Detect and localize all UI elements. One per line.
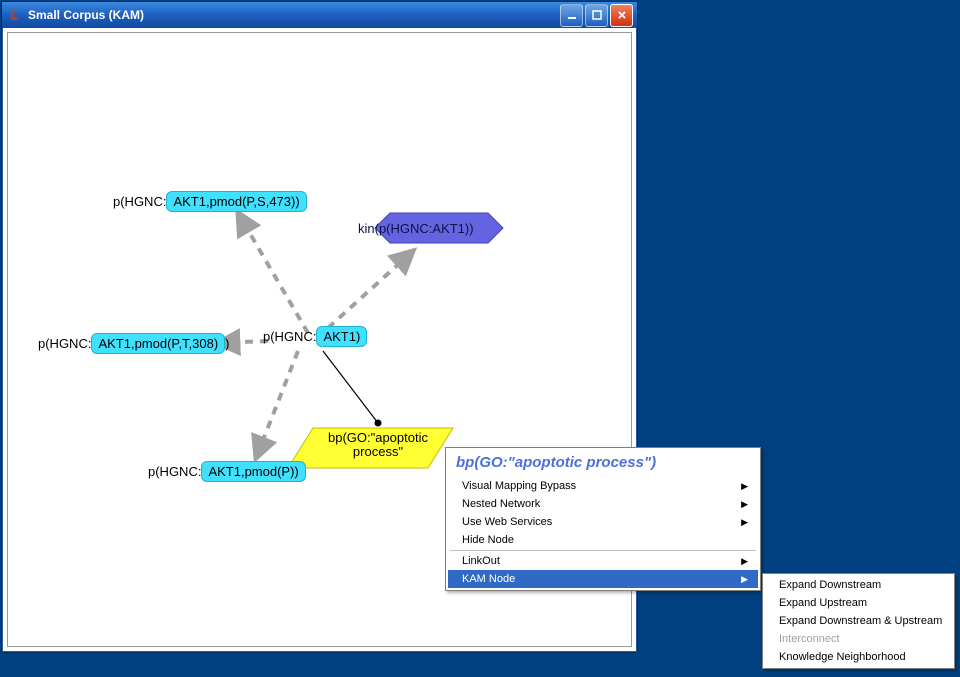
menu-label: Hide Node: [462, 534, 514, 546]
node-label-mid: HGNC:AKT1): [391, 221, 470, 236]
node-p-akt1-pmod-p[interactable]: p(HGNC:AKT1,pmod(P)): [148, 461, 306, 482]
submenu-arrow-icon: ▶: [741, 574, 748, 585]
submenu-arrow-icon: ▶: [741, 556, 748, 567]
menu-label: Nested Network: [462, 498, 540, 510]
node-p-akt1-pmod-pt308[interactable]: p(HGNC:AKT1,pmod(P,T,308)): [38, 333, 230, 354]
node-p-akt1-pmod-ps473[interactable]: p(HGNC:AKT1,pmod(P,S,473)): [113, 191, 307, 212]
node-label-suffix: ): [225, 336, 229, 351]
submenu-expand-upstream[interactable]: Expand Upstream: [765, 594, 952, 612]
menu-linkout[interactable]: LinkOut ▶: [448, 552, 758, 570]
node-box: AKT1): [316, 326, 367, 347]
menu-use-web-services[interactable]: Use Web Services ▶: [448, 513, 758, 531]
menu-nested-network[interactable]: Nested Network ▶: [448, 495, 758, 513]
node-label-prefix: p(HGNC:: [148, 464, 201, 479]
node-label-prefix: p(HGNC:: [113, 194, 166, 209]
menu-label: LinkOut: [462, 555, 500, 567]
context-menu-title: bp(GO:"apoptotic process"): [448, 450, 758, 477]
submenu-arrow-icon: ▶: [741, 517, 748, 528]
minimize-button[interactable]: [560, 4, 583, 27]
java-icon: [6, 7, 22, 23]
menu-visual-mapping-bypass[interactable]: Visual Mapping Bypass ▶: [448, 477, 758, 495]
node-box: AKT1,pmod(P,T,308): [91, 333, 225, 354]
maximize-button[interactable]: [585, 4, 608, 27]
menu-hide-node[interactable]: Hide Node: [448, 531, 758, 549]
kam-node-submenu: Expand Downstream Expand Upstream Expand…: [762, 573, 955, 669]
node-label-prefix: p(HGNC:: [38, 336, 91, 351]
node-label-suffix: ): [469, 221, 473, 236]
submenu-arrow-icon: ▶: [741, 481, 748, 492]
menu-kam-node[interactable]: KAM Node ▶: [448, 570, 758, 588]
node-box: AKT1,pmod(P)): [201, 461, 305, 482]
node-bp-apoptotic-process[interactable]: bp(GO:"apoptotic process": [308, 431, 448, 459]
menu-label: Use Web Services: [462, 516, 552, 528]
context-menu: bp(GO:"apoptotic process") Visual Mappin…: [445, 447, 761, 591]
title-bar[interactable]: Small Corpus (KAM): [2, 2, 637, 28]
node-label-prefix: kin(p(: [358, 221, 391, 236]
menu-label: Visual Mapping Bypass: [462, 480, 576, 492]
submenu-arrow-icon: ▶: [741, 499, 748, 510]
node-label-line1: bp(GO:"apoptotic: [308, 431, 448, 445]
node-kin-p-akt1[interactable]: kin(p(HGNC:AKT1)): [358, 221, 474, 236]
window-controls: [560, 4, 633, 27]
node-p-akt1[interactable]: p(HGNC:AKT1): [263, 326, 367, 347]
window-title: Small Corpus (KAM): [28, 8, 560, 22]
submenu-knowledge-neighborhood[interactable]: Knowledge Neighborhood: [765, 648, 952, 666]
node-label-prefix: p(HGNC:: [263, 329, 316, 344]
submenu-interconnect: Interconnect: [765, 630, 952, 648]
close-button[interactable]: [610, 4, 633, 27]
submenu-expand-both[interactable]: Expand Downstream & Upstream: [765, 612, 952, 630]
node-label-line2: process": [308, 445, 448, 459]
menu-separator: [450, 550, 756, 551]
menu-label: KAM Node: [462, 573, 515, 585]
node-box: AKT1,pmod(P,S,473)): [166, 191, 306, 212]
submenu-expand-downstream[interactable]: Expand Downstream: [765, 576, 952, 594]
